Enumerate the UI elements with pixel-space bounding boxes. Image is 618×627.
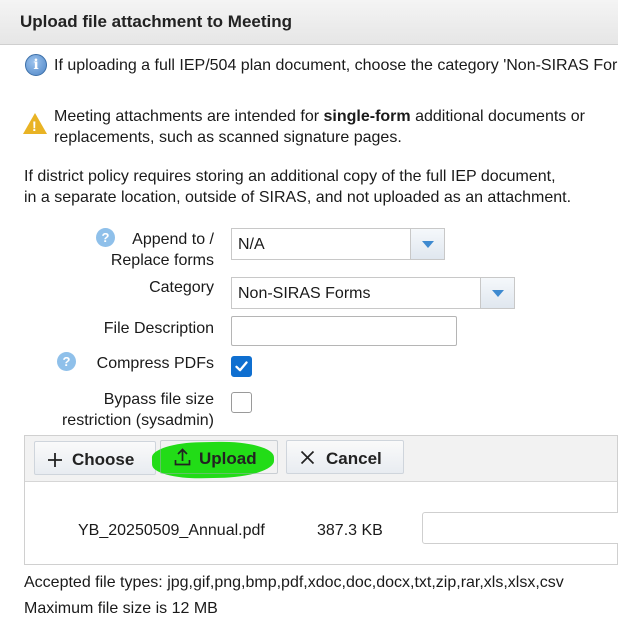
warning-bold: single-form	[323, 108, 411, 125]
cancel-label: Cancel	[326, 449, 382, 468]
file-description-input[interactable]	[231, 316, 457, 346]
append-select-value: N/A	[238, 236, 265, 253]
append-label-line1: Append to /	[132, 231, 214, 248]
append-label-line2: Replace forms	[110, 252, 214, 269]
dialog-titlebar: Upload file attachment to Meeting	[0, 0, 618, 45]
append-select[interactable]: N/A	[231, 228, 445, 260]
district-policy-line1: If district policy requires storing an a…	[24, 168, 556, 185]
info-message: If uploading a full IEP/504 plan documen…	[54, 57, 618, 74]
bypass-label-line2: restriction (sysadmin)	[61, 412, 214, 429]
district-policy-line2: in a separate location, outside of SIRAS…	[24, 189, 572, 206]
warning-message: Meeting attachments are intended for sin…	[54, 108, 585, 126]
chevron-down-icon[interactable]	[480, 278, 514, 308]
max-file-size: Maximum file size is 12 MB	[24, 600, 218, 617]
warning-message-line2: replacements, such as scanned signature …	[54, 129, 402, 146]
category-select[interactable]: Non-SIRAS Forms	[231, 277, 515, 309]
warning-suffix: additional documents or	[410, 108, 585, 125]
close-icon	[300, 450, 315, 465]
warning-icon: !	[23, 113, 47, 134]
bypass-size-checkbox[interactable]	[231, 392, 252, 413]
info-icon: i	[25, 54, 47, 76]
accepted-file-types: Accepted file types: jpg,gif,png,bmp,pdf…	[24, 574, 564, 591]
dialog-title: Upload file attachment to Meeting	[20, 12, 293, 31]
cancel-button[interactable]: Cancel	[286, 440, 404, 474]
compress-label: Compress PDFs	[96, 355, 214, 372]
file-size: 387.3 KB	[317, 522, 383, 539]
category-label: Category	[149, 279, 214, 296]
bypass-label: Bypass file size restriction (sysadmin)	[30, 389, 214, 431]
plus-icon	[48, 453, 62, 467]
choose-label: Choose	[72, 450, 135, 469]
choose-button[interactable]: Choose	[34, 441, 156, 475]
checkmark-icon	[235, 361, 248, 372]
upload-button[interactable]: Upload	[160, 440, 278, 474]
chevron-down-icon[interactable]	[410, 229, 444, 259]
upload-icon	[174, 448, 191, 466]
bypass-label-line1: Bypass file size	[103, 391, 214, 408]
category-select-value: Non-SIRAS Forms	[238, 285, 371, 302]
upload-label: Upload	[199, 449, 257, 468]
file-description-label: File Description	[103, 320, 214, 337]
help-icon[interactable]: ?	[57, 352, 76, 371]
append-label: Append to / Replace forms	[96, 229, 214, 271]
upload-progress-bar	[422, 512, 618, 544]
warning-prefix: Meeting attachments are intended for	[54, 108, 324, 125]
file-name: YB_20250509_Annual.pdf	[78, 522, 265, 539]
compress-pdfs-checkbox[interactable]	[231, 356, 252, 377]
